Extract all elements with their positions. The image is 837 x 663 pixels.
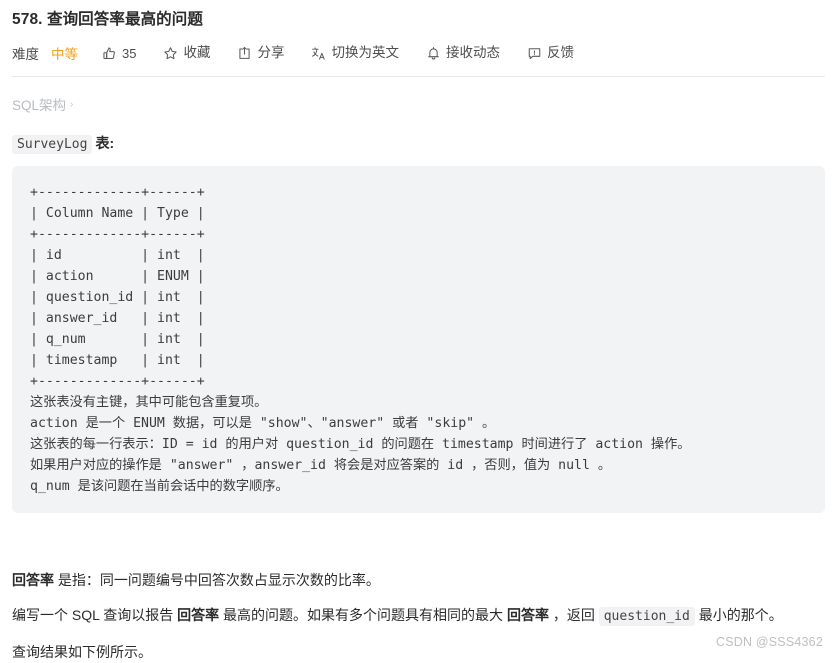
share-button[interactable]: 分享 (237, 46, 284, 61)
task-code-question-id: question_id (598, 607, 695, 626)
table-name-code: SurveyLog (12, 135, 93, 154)
task-seg4: 最小的那个。 (694, 607, 783, 623)
sql-schema-label: SQL架构 (12, 98, 67, 113)
action-bar: 难度 中等 35 收藏 分享 切换为英文 接收动态 反馈 (12, 38, 825, 68)
favorite-button[interactable]: 收藏 (163, 46, 210, 61)
difficulty-indicator: 难度 中等 (12, 43, 78, 63)
schema-code-block: +-------------+------+ | Column Name | T… (12, 166, 825, 513)
task-seg2: 最高的问题。如果有多个问题具有相同的最大 (219, 607, 507, 623)
feedback-bubble-icon (527, 46, 542, 61)
feedback-label: 反馈 (546, 45, 574, 61)
schema-code-text: +-------------+------+ | Column Name | T… (30, 185, 691, 494)
table-intro-suffix: 表: (95, 135, 115, 151)
translate-icon (311, 46, 326, 61)
bell-icon (426, 46, 441, 61)
task-paragraph: 编写一个 SQL 查询以报告 回答率 最高的问题。如果有多个问题具有相同的最大 … (12, 604, 825, 628)
difficulty-label: 难度 (12, 47, 39, 62)
favorite-label: 收藏 (183, 45, 211, 61)
feedback-button[interactable]: 反馈 (527, 46, 574, 61)
task-bold1: 回答率 (177, 607, 220, 623)
star-icon (163, 46, 178, 61)
share-label: 分享 (257, 45, 285, 61)
definition-rest: 是指：同一问题编号中回答次数占显示次数的比率。 (54, 572, 380, 588)
sql-schema-link[interactable]: SQL架构 › (12, 94, 73, 114)
translate-label: 切换为英文 (331, 45, 399, 61)
page-title: 578. 查询回答率最高的问题 (12, 11, 203, 28)
like-button[interactable]: 35 (102, 46, 136, 61)
share-box-icon (237, 46, 252, 61)
problem-page: 578. 查询回答率最高的问题 难度 中等 35 收藏 分享 切换为英文 接收动… (0, 0, 837, 660)
translate-button[interactable]: 切换为英文 (311, 46, 399, 61)
task-seg3: ，返回 (548, 607, 599, 623)
like-count: 35 (122, 45, 137, 61)
subscribe-label: 接收动态 (445, 45, 500, 61)
task-bold2: 回答率 (506, 607, 549, 623)
watermark: CSDN @SSS4362 (715, 635, 823, 649)
subscribe-button[interactable]: 接收动态 (426, 46, 500, 61)
result-note-paragraph: 查询结果如下例所示。 (12, 644, 152, 660)
chevron-right-icon: › (70, 98, 74, 110)
difficulty-value: 中等 (51, 47, 78, 62)
table-intro: SurveyLog 表: (12, 133, 825, 154)
definition-paragraph: 回答率 是指：同一问题编号中回答次数占显示次数的比率。 (12, 569, 825, 591)
definition-term: 回答率 (12, 572, 54, 588)
header-divider (12, 76, 825, 77)
task-seg1: 编写一个 SQL 查询以报告 (12, 607, 178, 623)
thumbs-up-icon (102, 46, 117, 61)
